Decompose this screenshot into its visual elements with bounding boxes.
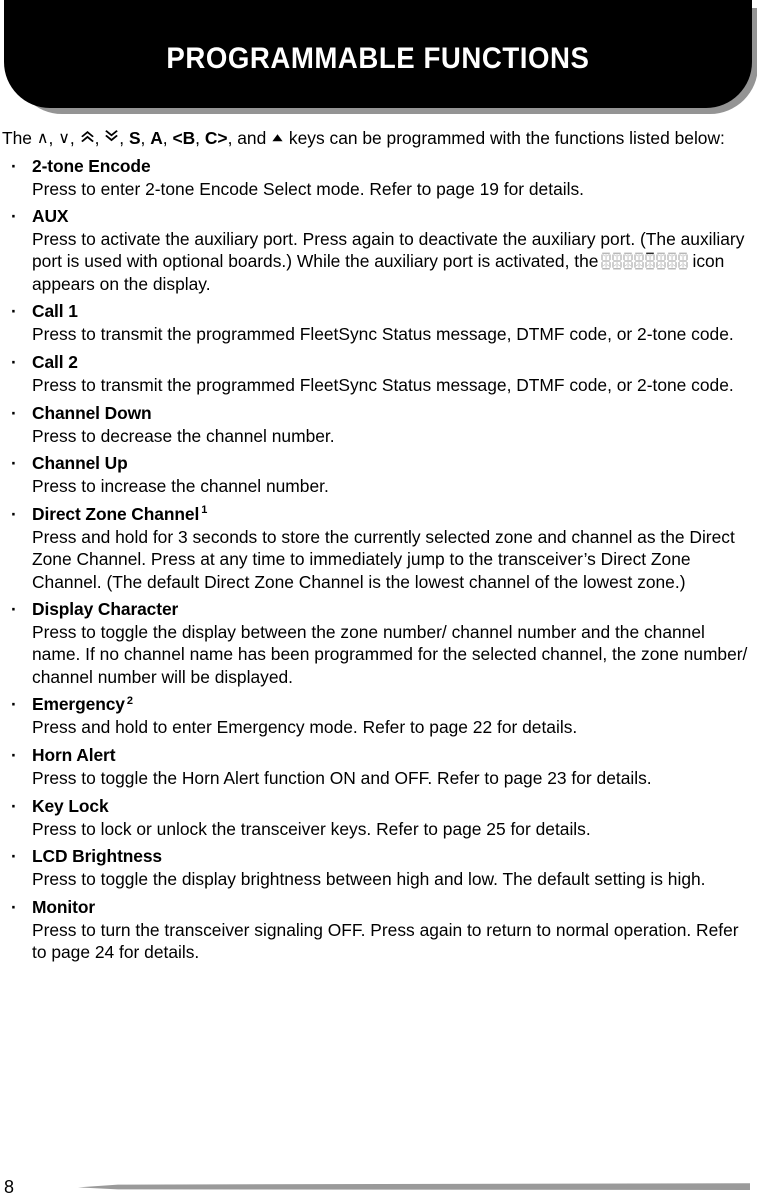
key-c-right-label: C> bbox=[204, 128, 228, 148]
chevron-up-icon: ∧ bbox=[36, 130, 49, 147]
key-a-label: A bbox=[150, 128, 163, 148]
footer-rule bbox=[78, 1182, 750, 1191]
function-description: Press to transmit the programmed FleetSy… bbox=[32, 324, 734, 345]
footnote-marker: 2 bbox=[126, 694, 133, 707]
list-item: · Monitor Press to turn the transceiver … bbox=[0, 896, 757, 963]
page-header: PROGRAMMABLE FUNCTIONS bbox=[0, 0, 757, 122]
header-banner: PROGRAMMABLE FUNCTIONS bbox=[4, 0, 752, 108]
list-item: · 2-tone Encode Press to enter 2-tone En… bbox=[0, 155, 757, 200]
function-description: Press to toggle the display between the … bbox=[32, 622, 748, 687]
function-term: AUX bbox=[32, 205, 757, 228]
list-item: · Key Lock Press to lock or unlock the t… bbox=[0, 795, 757, 840]
function-description: Press to turn the transceiver signaling … bbox=[32, 920, 739, 963]
function-term: Horn Alert bbox=[32, 744, 757, 767]
function-description: Press and hold to enter Emergency mode. … bbox=[32, 717, 578, 738]
function-term: LCD Brightness bbox=[32, 845, 757, 868]
list-item: · Emergency 2 Press and hold to enter Eme… bbox=[0, 693, 757, 738]
intro-prefix: The bbox=[2, 128, 37, 148]
bullet-marker: · bbox=[11, 402, 17, 423]
page-title: PROGRAMMABLE FUNCTIONS bbox=[166, 42, 590, 75]
function-term: Call 2 bbox=[32, 351, 757, 374]
function-description: Press to transmit the programmed FleetSy… bbox=[32, 375, 734, 396]
key-b-left-label: <B bbox=[172, 128, 196, 148]
bullet-marker: · bbox=[11, 504, 17, 525]
function-term: Channel Up bbox=[32, 452, 757, 475]
triangle-up-icon bbox=[271, 128, 284, 150]
bullet-marker: · bbox=[11, 352, 17, 373]
function-description: Press to lock or unlock the transceiver … bbox=[32, 818, 591, 839]
list-item: · Call 1 Press to transmit the programme… bbox=[0, 300, 757, 345]
function-term-label: AUX bbox=[32, 206, 69, 227]
function-description: Press to activate the auxiliary port. Pr… bbox=[32, 228, 757, 295]
double-chevron-down-icon bbox=[104, 128, 119, 150]
double-chevron-up-icon bbox=[80, 128, 95, 150]
segmented-display-icon bbox=[601, 252, 689, 270]
bullet-marker: · bbox=[11, 846, 17, 867]
function-term-label: LCD Brightness bbox=[32, 846, 163, 867]
function-term: Channel Down bbox=[32, 402, 757, 425]
function-description: Press to enter 2-tone Encode Select mode… bbox=[32, 178, 584, 199]
bullet-marker: · bbox=[11, 453, 17, 474]
list-item: · LCD Brightness Press to toggle the dis… bbox=[0, 845, 757, 890]
function-description: Press to increase the channel number. bbox=[32, 476, 329, 497]
function-description: Press to toggle the Horn Alert function … bbox=[32, 768, 652, 789]
bullet-marker: · bbox=[11, 795, 17, 816]
function-description: Press and hold for 3 seconds to store th… bbox=[32, 527, 735, 592]
function-term: 2-tone Encode bbox=[32, 155, 757, 178]
function-term-label: Call 1 bbox=[32, 301, 78, 322]
function-term: Monitor bbox=[32, 896, 757, 919]
list-item: · Direct Zone Channel 1 Press and hold fo… bbox=[0, 503, 757, 593]
chevron-down-icon: ∨ bbox=[58, 130, 70, 147]
function-term: Display Character bbox=[32, 598, 757, 621]
function-term-label: Horn Alert bbox=[32, 745, 116, 766]
function-term-label: Emergency bbox=[32, 694, 125, 715]
list-item: · Horn Alert Press to toggle the Horn Al… bbox=[0, 744, 757, 789]
function-description: Press to toggle the display brightness b… bbox=[32, 869, 706, 890]
programmable-functions-list: · 2-tone Encode Press to enter 2-tone En… bbox=[0, 155, 757, 964]
bullet-marker: · bbox=[11, 155, 17, 176]
function-term-label: Channel Up bbox=[32, 453, 128, 474]
function-term-label: Monitor bbox=[32, 897, 96, 918]
bullet-marker: · bbox=[11, 745, 17, 766]
footnote-marker: 1 bbox=[201, 504, 208, 517]
page-footer: 8 bbox=[0, 1156, 757, 1202]
bullet-marker: · bbox=[11, 897, 17, 918]
list-item: · Channel Down Press to decrease the cha… bbox=[0, 402, 757, 447]
function-term-label: Key Lock bbox=[32, 795, 109, 816]
page-number: 8 bbox=[4, 1177, 15, 1197]
function-term: Call 1 bbox=[32, 300, 757, 323]
list-item: · AUX Press to activate the auxiliary po… bbox=[0, 205, 757, 295]
function-term-label: 2-tone Encode bbox=[32, 155, 151, 176]
key-s-label: S bbox=[128, 128, 141, 148]
intro-and: , and bbox=[227, 128, 272, 148]
list-item: · Channel Up Press to increase the chann… bbox=[0, 452, 757, 497]
page-content: The ∧, ∨, , , S, A, <B, C>, and keys can… bbox=[0, 128, 757, 969]
bullet-marker: · bbox=[11, 599, 17, 620]
function-term-label: Call 2 bbox=[32, 352, 78, 373]
function-term-label: Display Character bbox=[32, 599, 179, 620]
function-term-label: Channel Down bbox=[32, 402, 152, 423]
function-term: Key Lock bbox=[32, 795, 757, 818]
intro-paragraph: The ∧, ∨, , , S, A, <B, C>, and keys can… bbox=[2, 128, 725, 150]
function-term: Emergency 2 bbox=[32, 693, 757, 716]
bullet-marker: · bbox=[11, 301, 17, 322]
bullet-marker: · bbox=[11, 206, 17, 227]
function-term-label: Direct Zone Channel bbox=[32, 504, 200, 525]
function-description: Press to decrease the channel number. bbox=[32, 425, 335, 446]
list-item: · Call 2 Press to transmit the programme… bbox=[0, 351, 757, 396]
function-term: Direct Zone Channel 1 bbox=[32, 503, 757, 526]
list-item: · Display Character Press to toggle the … bbox=[0, 598, 757, 688]
intro-suffix: keys can be programmed with the function… bbox=[284, 128, 725, 148]
bullet-marker: · bbox=[11, 694, 17, 715]
